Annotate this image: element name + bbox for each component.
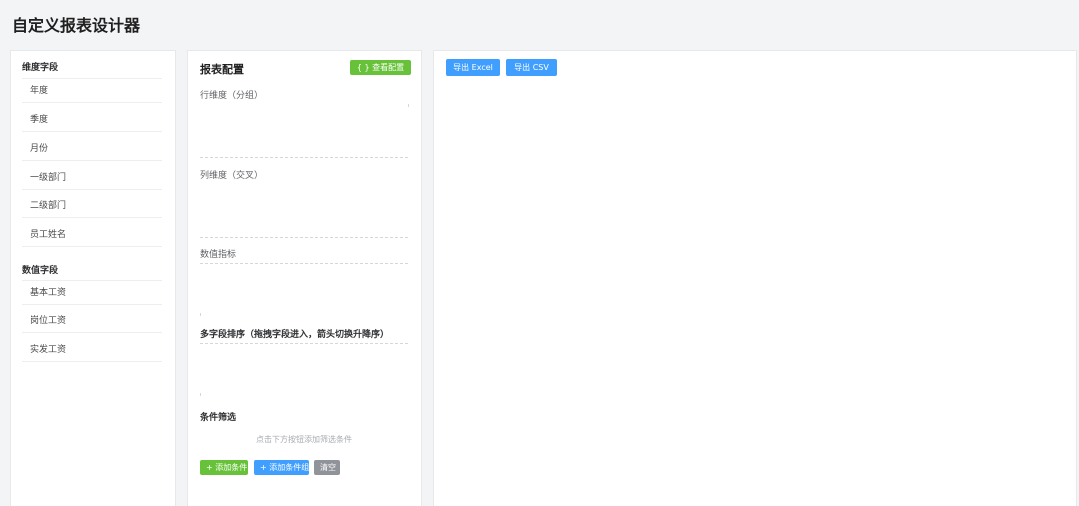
field-item-dept-level2[interactable]: 二级部门 [22, 194, 162, 218]
filter-empty-hint: 点击下方按钮添加筛选条件 [256, 435, 352, 444]
field-item-quarter[interactable]: 季度 [22, 108, 162, 132]
add-condition-group-button[interactable]: + 添加条件组 [254, 460, 309, 475]
report-preview-panel: 导出 Excel 导出 CSV [433, 50, 1077, 506]
sort-label: 多字段排序（拖拽字段进入，箭头切换升降序） [200, 330, 390, 340]
field-item-post-salary[interactable]: 岗位工资 [22, 309, 162, 333]
zone-marker [200, 393, 201, 396]
field-list-panel: 维度字段 年度 季度 月份 一级部门 二级部门 员工姓名 数值字段 基本工资 岗… [10, 50, 176, 506]
column-dimension-dropzone-border [200, 237, 408, 238]
metric-fields-title: 数值字段 [22, 266, 59, 276]
add-condition-button[interactable]: + 添加条件 [200, 460, 248, 475]
dimension-fields-title: 维度字段 [22, 63, 59, 73]
export-csv-button[interactable]: 导出 CSV [506, 59, 557, 76]
zone-marker [200, 313, 201, 316]
filter-label: 条件筛选 [200, 413, 237, 423]
column-dimension-dropzone[interactable] [200, 184, 408, 236]
page-title: 自定义报表设计器 [12, 16, 141, 35]
field-item-base-salary[interactable]: 基本工资 [22, 281, 162, 305]
field-item-net-salary[interactable]: 实发工资 [22, 338, 162, 362]
row-dimension-dropzone[interactable] [200, 107, 408, 157]
report-result-area [444, 85, 1066, 496]
metrics-label: 数值指标 [200, 250, 237, 260]
zone-marker [408, 104, 409, 107]
field-item-month[interactable]: 月份 [22, 137, 162, 161]
metrics-dropzone[interactable] [200, 264, 408, 314]
sort-dropzone[interactable] [200, 344, 408, 394]
report-config-panel: 报表配置 { } 查看配置 行维度（分组） 列维度（交叉） 数值指标 多字段排序… [187, 50, 422, 506]
column-dimension-label: 列维度（交叉） [200, 171, 264, 181]
field-item-dept-level1[interactable]: 一级部门 [22, 166, 162, 190]
field-item-employee-name[interactable]: 员工姓名 [22, 223, 162, 247]
row-dimension-dropzone-border [200, 157, 408, 158]
row-dimension-label: 行维度（分组） [200, 91, 264, 101]
view-config-button[interactable]: { } 查看配置 [350, 60, 411, 75]
field-item-year[interactable]: 年度 [22, 79, 162, 103]
config-title: 报表配置 [200, 63, 244, 76]
clear-button[interactable]: 清空 [314, 460, 340, 475]
export-excel-button[interactable]: 导出 Excel [446, 59, 500, 76]
